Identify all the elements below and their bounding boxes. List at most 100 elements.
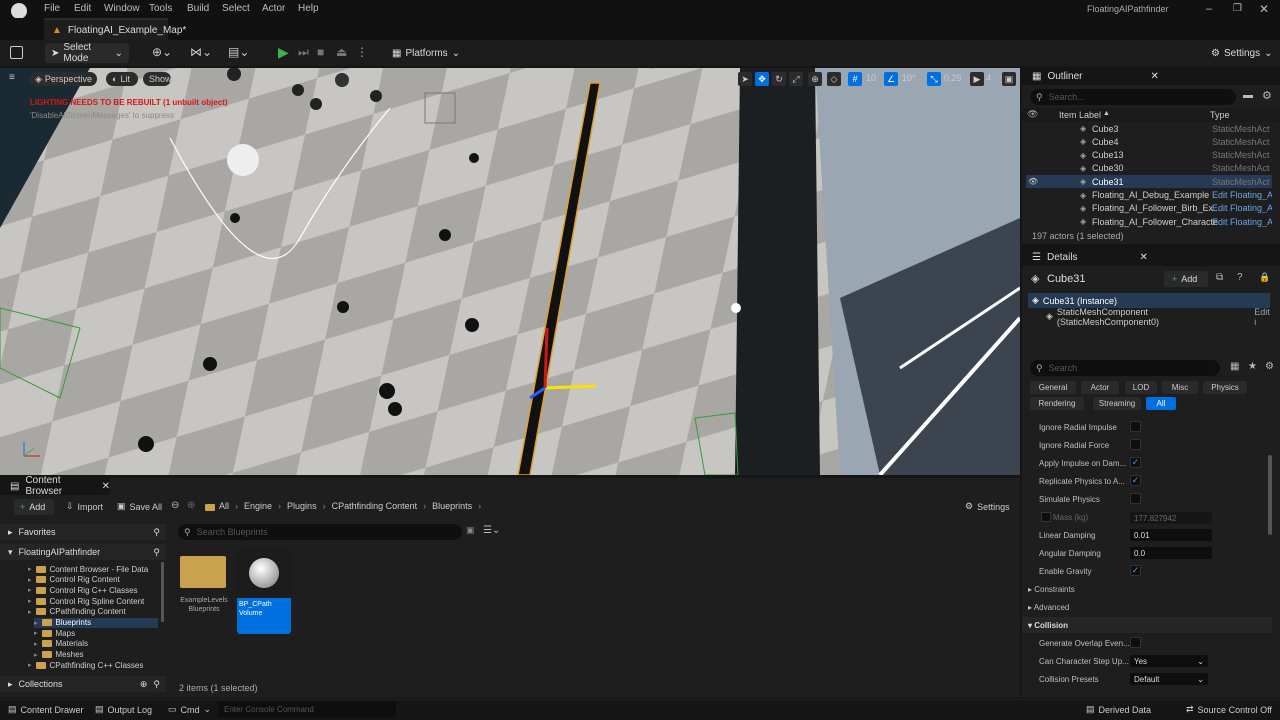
minimize-icon[interactable]: – [1206,3,1212,15]
tree-item[interactable]: ▸ CPathfinding Content [28,607,160,617]
project-section[interactable]: ▾ FloatingAIPathfinder ⚲ [0,544,166,560]
outliner-row[interactable]: 👁 ◈ Cube31 StaticMeshAct [1026,175,1272,189]
play-button[interactable]: ▶ [278,44,289,61]
outliner-row[interactable]: ◈ Cube4 StaticMeshAct [1026,135,1272,148]
tree-item[interactable]: ▸ Blueprints [34,617,158,628]
menu-item-tools[interactable]: Tools [149,3,172,14]
type-column[interactable]: Type [1210,110,1230,120]
viewport-options-icon[interactable]: ≡ [9,72,15,83]
tree-item[interactable]: ▸ Control Rig Spline Content [28,596,160,606]
content-drawer-button[interactable]: ▤ Content Drawer [8,704,84,715]
outliner-row[interactable]: ◈ Floating_AI_Follower_Birb_Ex Edit Floati… [1026,202,1272,215]
document-tab[interactable]: ▲ FloatingAI_Example_Map* [44,18,186,40]
menu-item-help[interactable]: Help [298,3,319,14]
maximize-viewport-icon[interactable]: ▣ [1002,72,1016,86]
property-checkbox[interactable] [1130,493,1141,504]
item-label-column[interactable]: Item Label [1059,110,1101,120]
perspective-button[interactable]: ◈ Perspective [29,72,97,86]
surface-snap-icon[interactable]: ◇ [827,72,841,86]
outliner-row-type[interactable]: Edit Floating_A [1212,203,1272,213]
save-search-icon[interactable]: ▣ [466,525,475,536]
breadcrumb-segment[interactable]: Blueprints [432,501,472,511]
collision-presets-dropdown[interactable]: Default ⌄ [1130,673,1208,685]
output-log-button[interactable]: ▤ Output Log [95,704,152,715]
cb-import-button[interactable]: ⇩ Import [66,501,103,512]
search-icon[interactable]: ⚲ [153,679,160,690]
close-tab-icon[interactable]: ✕ [1140,252,1148,263]
select-tool-icon[interactable]: ➤ [738,72,752,86]
tree-item[interactable]: ▸ Control Rig C++ Classes [28,585,160,595]
outliner-row[interactable]: ◈ Cube3 StaticMeshAct [1026,122,1272,135]
property-checkbox[interactable]: ✓ [1130,475,1141,486]
console-input[interactable]: Enter Console Command [218,702,396,717]
menu-item-build[interactable]: Build [187,3,209,14]
outliner-settings-icon[interactable]: ⚙ [1262,89,1272,102]
overlap-events-checkbox[interactable] [1130,637,1141,648]
lock-icon[interactable]: 🔒 [1259,272,1270,283]
menu-item-edit[interactable]: Edit [74,3,91,14]
tree-item[interactable]: ▸ Content Browser - File Data [28,564,160,574]
enable-gravity-checkbox[interactable]: ✓ [1130,565,1141,576]
grid-snap-value[interactable]: 10 [866,73,876,83]
rotation-snap-value[interactable]: 10° [902,73,916,83]
filter-general[interactable]: General [1030,381,1076,394]
step-button[interactable]: ⏭ [298,45,309,60]
collections-section[interactable]: ▸ Collections ⊕ ⚲ [0,676,166,692]
tree-item[interactable]: ▸ Control Rig Content [28,575,160,585]
breadcrumb-segment[interactable]: Plugins [287,501,317,511]
eject-button[interactable]: ⏏ [336,45,347,59]
tree-item[interactable]: ▸ Meshes [34,650,158,660]
outliner-row-type[interactable]: Edit Floating_A [1212,190,1272,200]
scale-tool-icon[interactable]: ⤢ [789,72,803,86]
close-tab-icon[interactable]: ✕ [1150,71,1158,82]
cmd-dropdown[interactable]: ▭ Cmd ⌄ [168,704,211,715]
grid-snap-icon[interactable]: # [848,72,862,86]
maximize-icon[interactable]: ❐ [1233,3,1242,14]
play-options-icon[interactable]: ⋮ [356,45,368,59]
unreal-logo-icon[interactable] [11,3,27,19]
scale-snap-icon[interactable]: ⤡ [927,72,941,86]
menu-item-select[interactable]: Select [222,3,250,14]
outliner-row[interactable]: ◈ Floating_AI_Debug_Example Edit Floating_… [1026,189,1272,202]
linear-damping-field[interactable]: 0.01 [1130,529,1212,541]
filter-rendering[interactable]: Rendering [1030,397,1084,410]
favorites-section[interactable]: ▸ Favorites ⚲ [0,524,166,540]
search-icon[interactable]: ⚲ [153,527,160,538]
menu-item-actor[interactable]: Actor [262,3,285,14]
blueprint-icon[interactable]: ⋈⌄ [190,45,212,59]
save-icon[interactable] [10,46,23,59]
show-button[interactable]: Show [143,72,172,86]
details-settings-icon[interactable]: ⚙ [1265,361,1274,372]
cb-settings-button[interactable]: ⚙ Settings [965,501,1010,512]
stop-button[interactable]: ■ [317,45,324,59]
platforms-button[interactable]: ▦ Platforms ⌄ [386,43,460,63]
step-up-dropdown[interactable]: Yes ⌄ [1130,655,1208,667]
filter-actor[interactable]: Actor [1081,381,1119,394]
outliner-search[interactable]: ⚲ Search... [1030,89,1236,105]
outliner-row[interactable]: ◈ Cube13 StaticMeshAct [1026,149,1272,162]
rotation-snap-icon[interactable]: ∠ [884,72,898,86]
tree-item[interactable]: ▸ CPathfinding C++ Classes [28,660,160,670]
breadcrumb-segment[interactable]: CPathfinding Content [332,501,418,511]
history-back-icon[interactable]: ⊖ [171,500,179,511]
property-matrix-icon[interactable]: ▦ [1230,361,1239,372]
rotate-tool-icon[interactable]: ↻ [772,72,786,86]
asset-tile-bp-cpath-volume[interactable]: BP_CPath Volume [237,548,291,634]
favorite-star-icon[interactable]: ★ [1248,361,1257,372]
filter-streaming[interactable]: Streaming [1093,397,1141,410]
cb-add-button[interactable]: + Add [14,499,54,515]
source-control-button[interactable]: ⇄ Source Control Off [1186,704,1272,715]
lit-button[interactable]: ◐ Lit [106,72,138,86]
add-actor-icon[interactable]: ⊕⌄ [152,45,172,59]
asset-tile-folder[interactable]: ExampleLevels Blueprints [176,548,232,634]
history-forward-icon[interactable]: ⊕ [187,500,195,511]
close-icon[interactable]: ✕ [1259,2,1269,16]
cinematics-icon[interactable]: ▤⌄ [228,45,249,59]
blueprint-convert-icon[interactable]: ⧉ [1216,272,1223,283]
mass-override-checkbox[interactable] [1041,512,1051,522]
component-edit-link[interactable]: Edit i [1254,307,1274,327]
cb-save-all-button[interactable]: ▣ Save All [117,501,162,512]
breadcrumb-segment[interactable]: All [219,501,229,511]
property-checkbox[interactable] [1130,421,1141,432]
details-scrollbar[interactable] [1268,455,1272,535]
